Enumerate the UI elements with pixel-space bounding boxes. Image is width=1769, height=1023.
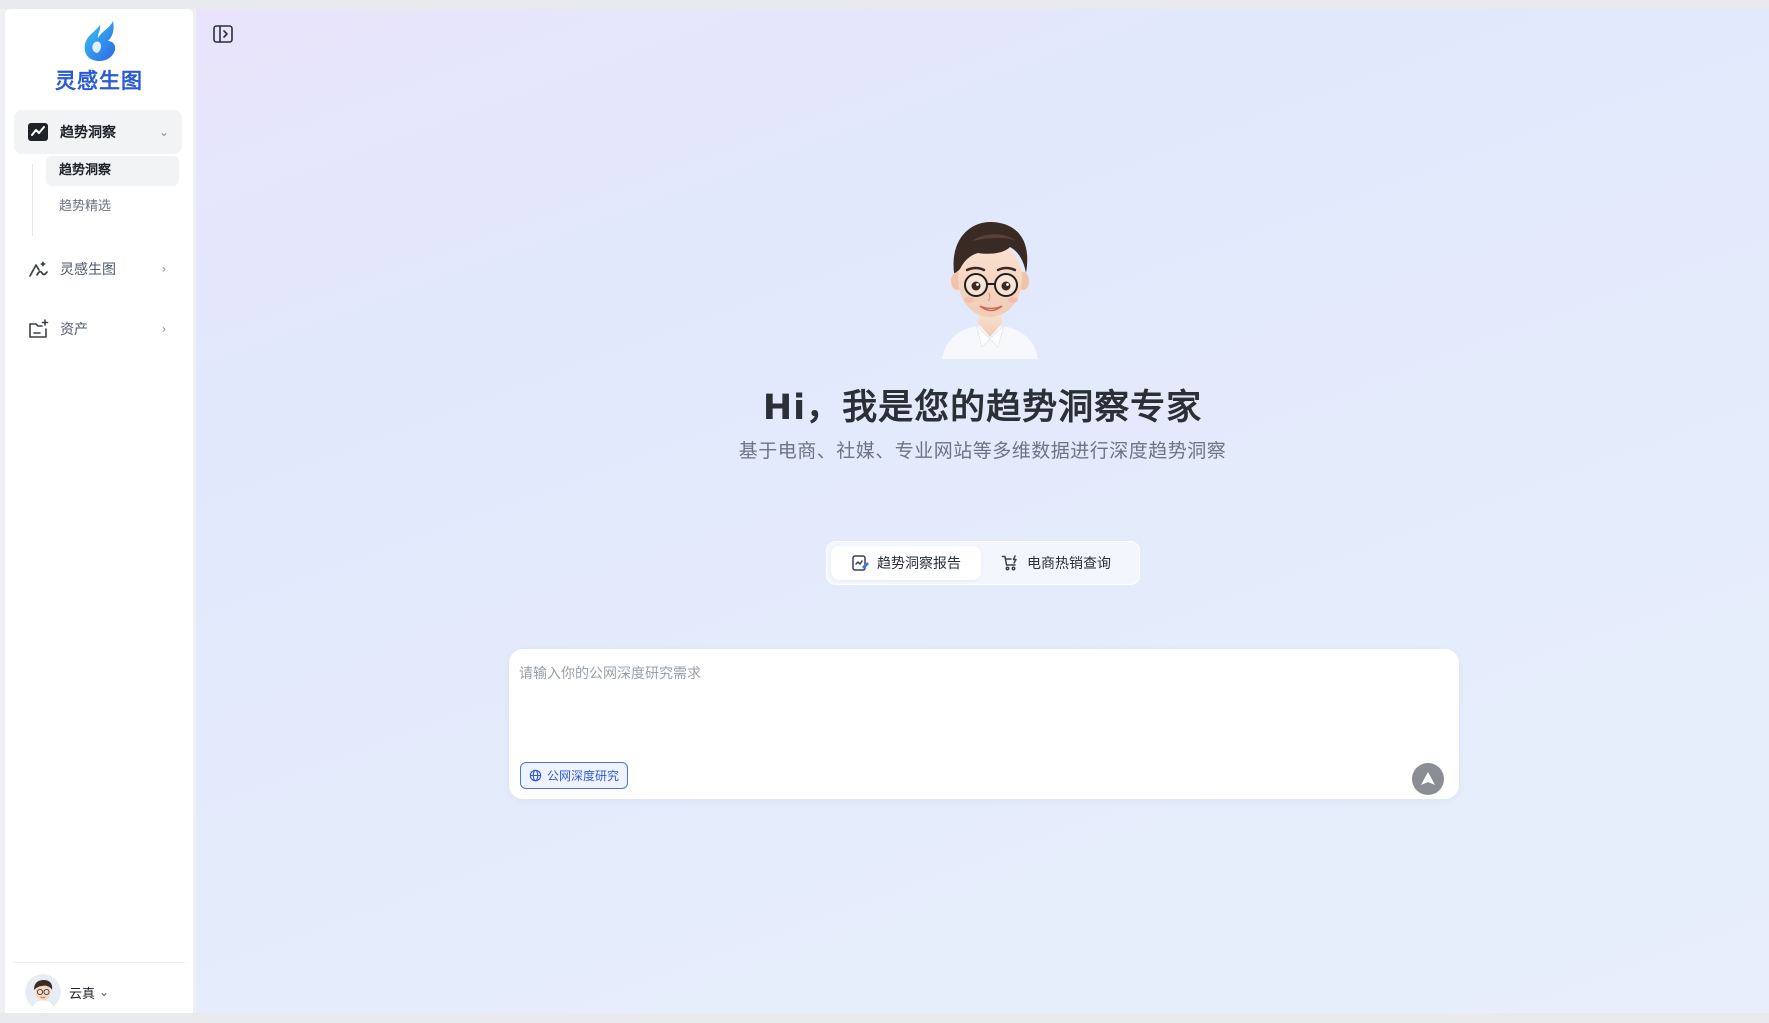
avatar <box>25 974 61 1010</box>
sidebar-toggle-button[interactable] <box>212 23 238 49</box>
logo-text: 灵感生图 <box>55 69 143 93</box>
user-divider <box>13 962 185 963</box>
sidebar-group-assets[interactable]: 资产 › <box>14 307 182 351</box>
user-menu[interactable]: 云真 ⌄ <box>25 972 109 1012</box>
subnav-divider <box>32 164 33 236</box>
sidebar: 灵感生图 趋势洞察 ⌄ 趋势洞察 趋势精选 灵感生图 › 资产 › 云真 ⌄ <box>5 9 193 1017</box>
composer: 公网深度研究 <box>509 649 1459 799</box>
page-subtitle: 基于电商、社媒、专业网站等多维数据进行深度趋势洞察 <box>738 440 1227 462</box>
sidebar-subitem-trend-insight[interactable]: 趋势洞察 <box>46 156 179 186</box>
window-bottom-bar <box>0 1013 1769 1023</box>
assets-folder-icon <box>26 317 50 341</box>
report-edit-icon <box>851 554 869 572</box>
main-panel: Hi，我是您的趋势洞察专家 基于电商、社媒、专业网站等多维数据进行深度趋势洞察 … <box>196 9 1769 1013</box>
sidebar-group-inspiration[interactable]: 灵感生图 › <box>14 247 182 291</box>
magic-pen-icon <box>26 257 50 281</box>
logo-mark-icon <box>84 21 116 61</box>
deep-research-chip[interactable]: 公网深度研究 <box>520 762 629 789</box>
logo[interactable]: 灵感生图 <box>5 19 193 101</box>
tab-ecommerce-hot-sales[interactable]: 电商热销查询 <box>981 546 1131 580</box>
sidebar-subitem-trend-picks[interactable]: 趋势精选 <box>46 192 179 222</box>
window-top-bar <box>0 0 1769 9</box>
chip-label: 公网深度研究 <box>547 769 620 783</box>
tab-label: 电商热销查询 <box>1027 556 1111 572</box>
send-button[interactable] <box>1412 763 1444 795</box>
sidebar-group-label: 趋势洞察 <box>60 125 116 141</box>
send-arrow-icon <box>1421 772 1435 785</box>
sidebar-group-trend-insight[interactable]: 趋势洞察 ⌄ <box>14 110 182 154</box>
trend-chart-icon <box>26 120 50 144</box>
research-input[interactable] <box>519 663 1439 733</box>
tab-label: 趋势洞察报告 <box>877 556 961 572</box>
chevron-down-icon: ⌄ <box>158 125 170 139</box>
chevron-right-icon: › <box>161 322 167 336</box>
sidebar-group-label: 资产 <box>60 322 88 338</box>
mode-tabs: 趋势洞察报告 电商热销查询 <box>826 541 1140 585</box>
page-title: Hi，我是您的趋势洞察专家 <box>762 388 1203 428</box>
sidebar-toggle-icon <box>213 25 233 43</box>
chevron-down-icon: ⌄ <box>99 985 110 999</box>
tab-trend-report[interactable]: 趋势洞察报告 <box>831 546 981 580</box>
user-name: 云真 <box>69 986 96 1002</box>
assistant-avatar <box>920 207 1060 359</box>
globe-icon <box>529 769 542 782</box>
sidebar-group-label: 灵感生图 <box>60 262 116 278</box>
chevron-right-icon: › <box>161 262 167 276</box>
cart-icon <box>1001 554 1019 572</box>
